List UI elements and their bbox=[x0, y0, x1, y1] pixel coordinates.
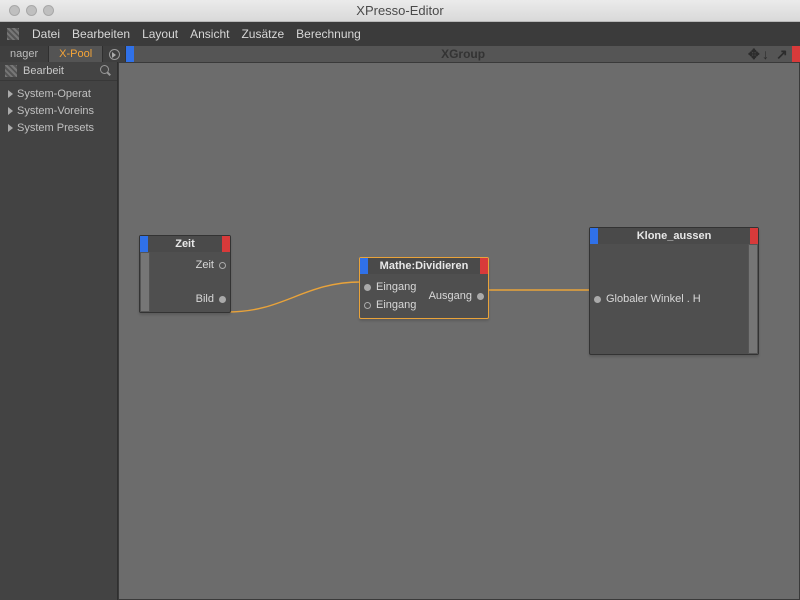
menu-layout[interactable]: Layout bbox=[142, 27, 178, 41]
sidebar-item-system-operat[interactable]: System-Operat bbox=[0, 85, 117, 102]
node-input-bar[interactable] bbox=[360, 258, 368, 274]
app-icon[interactable] bbox=[6, 28, 20, 40]
port-eingang-2[interactable]: Eingang bbox=[364, 296, 416, 314]
sidebar: Bearbeit System-Operat System-Voreins Sy… bbox=[0, 62, 118, 600]
port-label: Eingang bbox=[376, 281, 416, 293]
node-output-strip[interactable] bbox=[748, 244, 758, 354]
port-label: Ausgang bbox=[429, 290, 472, 302]
sidebar-header-label: Bearbeit bbox=[23, 65, 100, 77]
down-arrow-icon[interactable]: ↓ bbox=[762, 48, 774, 60]
node-zeit[interactable]: Zeit Zeit Bild bbox=[139, 235, 231, 313]
group-output-bar bbox=[792, 46, 800, 62]
node-output-bar[interactable] bbox=[480, 258, 488, 274]
menu-zusaetze[interactable]: Zusätze bbox=[241, 27, 284, 41]
sidebar-tree: System-Operat System-Voreins System Pres… bbox=[0, 81, 117, 140]
port-eingang-1[interactable]: Eingang bbox=[364, 278, 416, 296]
sidebar-item-label: System-Voreins bbox=[17, 105, 94, 117]
port-icon[interactable] bbox=[364, 284, 371, 291]
node-canvas[interactable]: Zeit Zeit Bild Mathe:Dividieren Ein bbox=[118, 62, 800, 600]
port-icon[interactable] bbox=[219, 262, 226, 269]
sidebar-item-label: System Presets bbox=[17, 122, 94, 134]
group-header[interactable]: XGroup ✥ ↓ ↗ bbox=[125, 46, 800, 62]
node-mathe[interactable]: Mathe:Dividieren Eingang Eingang Ausgang bbox=[359, 257, 489, 319]
port-ausgang[interactable]: Ausgang bbox=[429, 287, 484, 305]
group-input-bar bbox=[126, 46, 134, 62]
node-titlebar[interactable]: Zeit bbox=[140, 236, 230, 252]
port-zeit[interactable]: Zeit bbox=[196, 256, 226, 274]
window-title: XPresso-Editor bbox=[0, 3, 800, 18]
node-titlebar[interactable]: Mathe:Dividieren bbox=[360, 258, 488, 274]
menubar: Datei Bearbeiten Layout Ansicht Zusätze … bbox=[0, 22, 800, 46]
port-label: Bild bbox=[196, 293, 214, 305]
node-title: Klone_aussen bbox=[590, 230, 758, 242]
menu-datei[interactable]: Datei bbox=[32, 27, 60, 41]
node-klone[interactable]: Klone_aussen Globaler Winkel . H bbox=[589, 227, 759, 355]
tab-nav-button[interactable] bbox=[103, 46, 125, 62]
node-input-bar[interactable] bbox=[590, 228, 598, 244]
menu-bearbeiten[interactable]: Bearbeiten bbox=[72, 27, 130, 41]
tab-manager[interactable]: nager bbox=[0, 46, 49, 62]
sidebar-header: Bearbeit bbox=[0, 62, 117, 81]
chevron-right-icon bbox=[8, 124, 13, 132]
port-icon[interactable] bbox=[219, 296, 226, 303]
port-icon[interactable] bbox=[594, 296, 601, 303]
sidebar-item-system-voreins[interactable]: System-Voreins bbox=[0, 102, 117, 119]
menu-ansicht[interactable]: Ansicht bbox=[190, 27, 229, 41]
tabstrip: nager X-Pool XGroup ✥ ↓ ↗ bbox=[0, 46, 800, 62]
port-label: Globaler Winkel . H bbox=[606, 293, 701, 305]
port-label: Zeit bbox=[196, 259, 214, 271]
group-title: XGroup bbox=[126, 47, 800, 61]
node-input-bar[interactable] bbox=[140, 236, 148, 252]
node-titlebar[interactable]: Klone_aussen bbox=[590, 228, 758, 244]
menu-berechnung[interactable]: Berechnung bbox=[296, 27, 361, 41]
node-title: Mathe:Dividieren bbox=[360, 260, 488, 272]
move-icon[interactable]: ✥ bbox=[748, 48, 760, 60]
node-title: Zeit bbox=[140, 238, 230, 250]
port-label: Eingang bbox=[376, 299, 416, 311]
titlebar: XPresso-Editor bbox=[0, 0, 800, 22]
chevron-right-icon bbox=[8, 90, 13, 98]
node-output-bar[interactable] bbox=[222, 236, 230, 252]
up-arrow-icon[interactable]: ↗ bbox=[776, 48, 788, 60]
port-icon[interactable] bbox=[364, 302, 371, 309]
node-input-strip[interactable] bbox=[140, 252, 150, 312]
port-icon[interactable] bbox=[477, 293, 484, 300]
search-icon[interactable] bbox=[100, 65, 112, 77]
port-globaler-winkel[interactable]: Globaler Winkel . H bbox=[594, 290, 701, 308]
sidebar-item-label: System-Operat bbox=[17, 88, 91, 100]
chevron-right-icon bbox=[8, 107, 13, 115]
tab-xpool[interactable]: X-Pool bbox=[49, 46, 103, 62]
node-output-bar[interactable] bbox=[750, 228, 758, 244]
grip-icon[interactable] bbox=[5, 65, 17, 77]
port-bild[interactable]: Bild bbox=[196, 290, 226, 308]
sidebar-item-system-presets[interactable]: System Presets bbox=[0, 119, 117, 136]
